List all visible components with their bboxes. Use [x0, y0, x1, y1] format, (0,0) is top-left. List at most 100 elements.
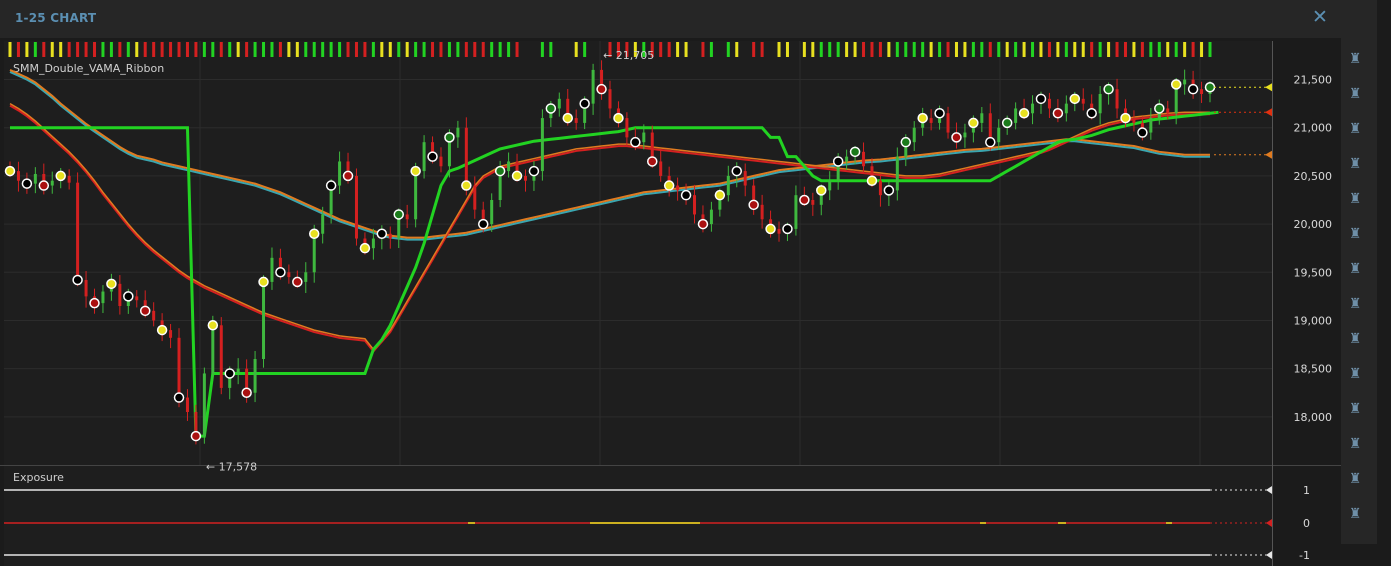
robot-icon[interactable]: ♜ [1347, 225, 1363, 243]
candle-body [371, 238, 375, 249]
robot-icon[interactable]: ♜ [1347, 155, 1363, 173]
robot-icon[interactable]: ♜ [1347, 505, 1363, 523]
signal-tick [887, 42, 891, 57]
candle-body [523, 175, 527, 181]
signal-tick [1149, 42, 1153, 57]
signal-tick [1115, 42, 1119, 57]
signal-tick [143, 42, 147, 57]
candle-body [456, 127, 460, 138]
robot-icon[interactable]: ♜ [1347, 330, 1363, 348]
robot-icon[interactable]: ♜ [1347, 435, 1363, 453]
signal-tick [1014, 42, 1018, 57]
signal-tick [33, 42, 37, 57]
candle-body [1014, 108, 1018, 123]
trade-marker [207, 320, 219, 331]
candle-body [997, 127, 1001, 143]
candle-body [76, 182, 80, 280]
candle-body [1064, 103, 1068, 114]
signal-tick [811, 42, 815, 57]
exposure-tick-label: 0 [1303, 517, 1310, 530]
signal-tick [169, 42, 173, 57]
candle-body [895, 156, 899, 191]
signal-tick [1140, 42, 1144, 57]
candle-body [912, 127, 916, 143]
y-tick-label: 21,500 [1294, 74, 1333, 87]
trade-marker [663, 180, 675, 191]
trade-marker [1001, 117, 1013, 129]
signal-tick [1031, 42, 1035, 57]
signal-tick [388, 42, 392, 57]
candle-body [743, 171, 747, 186]
signal-tick [287, 42, 291, 57]
signal-tick [1047, 42, 1051, 57]
candle-body [118, 283, 122, 306]
signal-tick [177, 42, 181, 57]
signal-tick [963, 42, 967, 57]
exposure-title: Exposure [13, 471, 64, 484]
signal-tick [456, 42, 460, 57]
chart-title: SMM_Double_VAMA_Ribbon [13, 62, 164, 75]
trade-marker [292, 276, 303, 288]
candle-body [152, 310, 156, 321]
robot-icon[interactable]: ♜ [1347, 190, 1363, 208]
trade-marker [359, 242, 371, 254]
chart-area[interactable]: 21,500 21,000 20,500 20,000 19,500 19,000 18,5… [0, 0, 1341, 566]
trade-marker [545, 103, 557, 114]
extreme-label: ← 17,578 [206, 460, 257, 473]
signal-tick [878, 42, 882, 57]
trade-marker [139, 305, 151, 317]
candle-body [929, 118, 933, 123]
signal-tick [405, 42, 409, 57]
trade-marker [680, 189, 692, 201]
robot-icon[interactable]: ♜ [1347, 260, 1363, 278]
signal-tick [211, 42, 215, 57]
signal-tick [1056, 42, 1060, 57]
signal-tick [667, 42, 671, 57]
trade-marker [38, 180, 50, 191]
candle-body [878, 180, 882, 196]
robot-icon[interactable]: ♜ [1347, 85, 1363, 103]
trade-marker [782, 223, 793, 235]
y-tick-label: 18,000 [1294, 411, 1333, 424]
candle-body [354, 175, 358, 239]
signal-tick [245, 42, 249, 57]
trade-marker [900, 136, 912, 148]
candle-body [828, 180, 832, 191]
candle-body [135, 296, 139, 301]
trade-marker [156, 324, 168, 336]
signal-tick [1022, 42, 1026, 57]
candle-body [709, 209, 713, 225]
signal-tick [152, 42, 156, 57]
candle-body [794, 195, 798, 229]
signal-tick [422, 42, 426, 57]
exposure-tick-label: 1 [1303, 484, 1310, 497]
trade-marker [1204, 82, 1216, 93]
signal-tick [507, 42, 511, 57]
trade-marker [241, 387, 252, 398]
robot-icon[interactable]: ♜ [1347, 120, 1363, 138]
signal-tick [42, 42, 46, 57]
signal-tick [1183, 42, 1187, 57]
signal-tick [135, 42, 139, 57]
signal-tick [980, 42, 984, 57]
signal-tick [8, 42, 12, 57]
candle-body [1183, 79, 1187, 85]
signal-tick [760, 42, 764, 57]
signal-tick [1090, 42, 1094, 57]
candle-body [33, 173, 37, 184]
candle-body [1081, 98, 1085, 104]
robot-icon[interactable]: ♜ [1347, 295, 1363, 313]
trade-marker [748, 199, 759, 211]
robot-icon[interactable]: ♜ [1347, 400, 1363, 418]
robot-icon[interactable]: ♜ [1347, 470, 1363, 488]
trade-marker [4, 165, 16, 177]
candle-body [862, 151, 866, 167]
trade-marker [985, 136, 996, 148]
exposure-pane [4, 466, 1272, 566]
signal-tick [109, 42, 113, 57]
trade-marker [123, 291, 134, 302]
signal-tick [1157, 42, 1161, 57]
y-tick-label: 20,500 [1294, 170, 1333, 183]
robot-icon[interactable]: ♜ [1347, 365, 1363, 383]
robot-icon[interactable]: ♜ [1347, 50, 1363, 68]
